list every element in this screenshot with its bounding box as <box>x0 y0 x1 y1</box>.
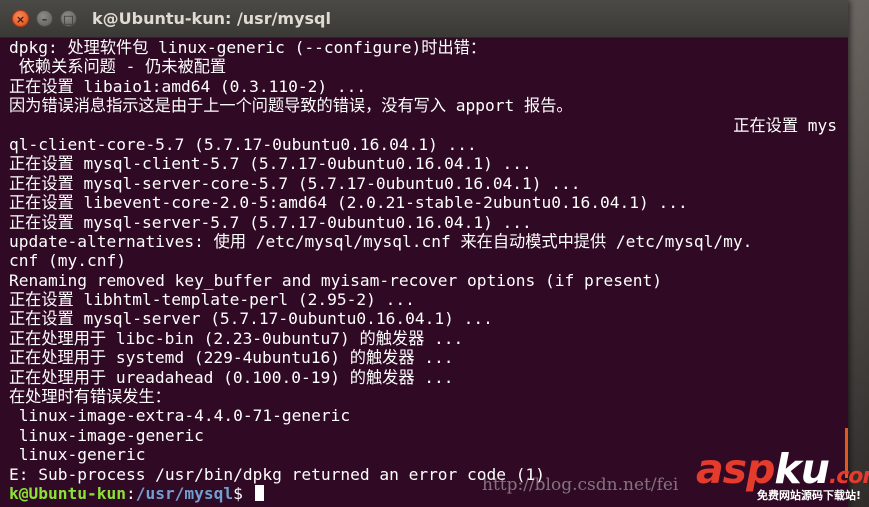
output-line: ql-client-core-5.7 (5.7.17-0ubuntu0.16.0… <box>9 134 477 154</box>
output-line: 正在设置 mysql-server (5.7.17-0ubuntu0.16.04… <box>9 309 493 329</box>
output-line: 正在设置 mys <box>733 115 837 135</box>
output-line: linux-image-generic <box>9 425 204 445</box>
watermark-url: http://blog.csdn.net/fei <box>482 475 679 495</box>
terminal-window: × – □ k@Ubuntu-kun: /usr/mysql dpkg: 处理软… <box>0 0 848 507</box>
output-line: 因为错误消息指示这是由于上一个问题导致的错误，没有写入 apport 报告。 <box>9 96 573 116</box>
output-line: 正在设置 libhtml-template-perl (2.95-2) ... <box>9 290 415 310</box>
prompt-path: /usr/mysql <box>135 483 234 503</box>
aspku-logo: aspku.com <box>696 449 869 490</box>
logo-suffix-text: .com <box>828 464 869 489</box>
output-line: cnf (my.cnf) <box>9 251 126 271</box>
logo-tagline: 免费网站源码下载站! <box>757 489 862 502</box>
output-line: 在处理时有错误发生： <box>9 387 171 407</box>
output-line: 正在设置 mysql-server-5.7 (5.7.17-0ubuntu0.1… <box>9 212 532 232</box>
prompt-symbol: $ <box>233 483 253 503</box>
text-cursor <box>254 484 264 501</box>
output-line: 正在处理用于 libc-bin (2.23-0ubuntu7) 的触发器 ... <box>9 328 464 348</box>
output-line: 正在处理用于 systemd (229-4ubuntu16) 的触发器 ... <box>9 348 454 368</box>
output-line: 依赖关系问题 - 仍未被配置 <box>9 57 227 77</box>
close-button[interactable]: × <box>12 10 29 27</box>
terminal-output[interactable]: dpkg: 处理软件包 linux-generic (--configure)时… <box>9 38 845 507</box>
minimize-button[interactable]: – <box>36 10 53 27</box>
prompt-separator: : <box>125 483 136 503</box>
logo-main-text: asp <box>696 445 775 493</box>
window-title: k@Ubuntu-kun: /usr/mysql <box>92 9 331 28</box>
output-line: 正在设置 libaio1:amd64 (0.3.110-2) ... <box>9 76 367 96</box>
maximize-icon: □ <box>63 13 74 26</box>
minimize-icon: – <box>41 13 48 26</box>
title-bar[interactable]: × – □ k@Ubuntu-kun: /usr/mysql <box>0 0 848 38</box>
output-line: 正在设置 mysql-server-core-5.7 (5.7.17-0ubun… <box>9 173 581 193</box>
output-line: update-alternatives: 使用 /etc/mysql/mysql… <box>9 231 753 251</box>
logo-accent-text: ku <box>774 445 829 493</box>
close-icon: × <box>15 13 26 26</box>
maximize-button[interactable]: □ <box>60 10 77 27</box>
output-line: dpkg: 处理软件包 linux-generic (--configure)时… <box>9 38 487 57</box>
output-line: linux-image-extra-4.4.0-71-generic <box>9 406 351 426</box>
output-line: 正在处理用于 ureadahead (0.100.0-19) 的触发器 ... <box>9 367 454 387</box>
output-line: Renaming removed key_buffer and myisam-r… <box>9 270 662 290</box>
output-line: 正在设置 libevent-core-2.0-5:amd64 (2.0.21-s… <box>9 193 688 213</box>
output-line: 正在设置 mysql-client-5.7 (5.7.17-0ubuntu0.1… <box>9 154 532 174</box>
prompt-user-host: k@Ubuntu-kun <box>9 483 126 503</box>
